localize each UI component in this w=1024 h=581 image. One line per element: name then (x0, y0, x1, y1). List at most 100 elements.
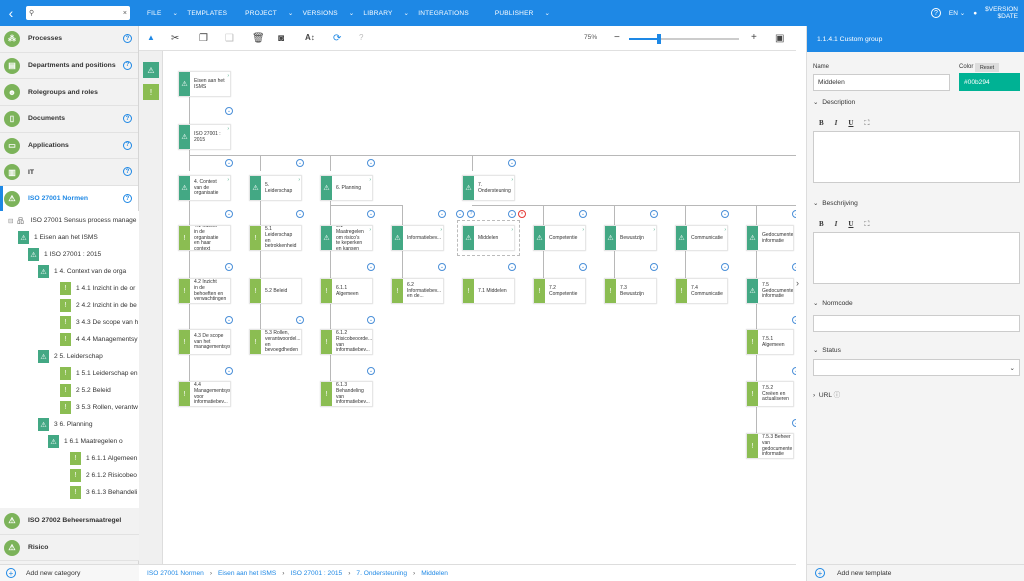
collapse-toggle-icon[interactable]: ⌄ (650, 210, 658, 218)
zoom-out-icon[interactable]: − (614, 32, 620, 43)
collapse-toggle-icon[interactable]: ⌄ (225, 107, 233, 115)
info-icon[interactable]: ? (123, 114, 132, 124)
node-middelen-selected[interactable]: ⚠ Middelen › (457, 220, 520, 256)
panel-toggle-chevron-icon[interactable]: › (796, 278, 799, 288)
menu-publisher[interactable]: PUBLISHER ⌄ (495, 9, 550, 17)
collapse-toggle-icon[interactable]: ⌄ (721, 210, 729, 218)
tree-item[interactable]: ⚠ 1 Eisen aan het ISMS (18, 230, 98, 245)
sidebar-item-applications[interactable]: ▭ Applications? (0, 133, 138, 160)
arrow-right-icon[interactable]: › (724, 227, 726, 233)
help-icon[interactable]: ? (359, 33, 363, 42)
node-6-planning[interactable]: ⚠ 6. Planning › (320, 175, 373, 201)
tree-item[interactable]: ⚠ 2 5. Leiderschap (38, 349, 103, 364)
back-chevron-icon[interactable]: ‹ (0, 0, 22, 26)
node-6-1-2[interactable]: ! 6.1.2 Risicobeoorde... van informatiebe… (320, 329, 373, 355)
collapse-toggle-icon[interactable]: ⌄ (225, 367, 233, 375)
copy-icon[interactable]: ❐ (199, 33, 208, 44)
tree-item[interactable]: ⚠ 1 ISO 27001 : 2015 (28, 247, 101, 262)
menu-file[interactable]: FILE ⌄ (147, 9, 178, 17)
arrow-right-icon[interactable]: › (298, 177, 300, 183)
add-template-button[interactable]: + Add new template (807, 564, 1024, 581)
node-7-2[interactable]: ! 7.2 Competentie (533, 278, 586, 304)
collapse-toggle-icon[interactable]: ⌄ (296, 210, 304, 218)
arrow-right-icon[interactable]: › (511, 177, 513, 183)
tree-item[interactable]: ! 1 4.1 Inzicht in de or (60, 281, 135, 296)
collapse-toggle-icon[interactable]: ⌄ (792, 367, 796, 375)
collapse-toggle-icon[interactable]: ⌄ (456, 210, 464, 218)
collapse-toggle-icon[interactable]: ⌄ (225, 316, 233, 324)
arrow-right-icon[interactable]: › (440, 227, 442, 233)
node-5-2[interactable]: ! 5.2 Beleid (249, 278, 302, 304)
italic-icon[interactable]: I (835, 119, 838, 128)
node-4-context[interactable]: ⚠ 4. Context van de organisatie › (178, 175, 231, 201)
delete-icon[interactable]: 🗑 (252, 33, 265, 44)
collapse-toggle-icon[interactable]: ⌄ (508, 263, 516, 271)
beschrijving-editor[interactable] (813, 232, 1020, 284)
add-category-button[interactable]: + Add new category (0, 564, 139, 581)
node-competentie[interactable]: ⚠ Competentie › (533, 225, 586, 251)
menu-integrations[interactable]: INTEGRATIONS (418, 10, 478, 17)
tree-item[interactable]: ! 2 4.2 Inzicht in de be (60, 298, 137, 313)
node-iso27001-2015[interactable]: ⚠ ISO 27001 : 2015 › (178, 124, 231, 150)
menu-project[interactable]: PROJECT ⌄ (245, 9, 293, 17)
collapse-toggle-icon[interactable]: ⌄ (579, 210, 587, 218)
sidebar-item-iso27001[interactable]: ⚠ ISO 27001 Normen? (0, 186, 138, 213)
tree-item[interactable]: ! 1 6.1.1 Algemeen (70, 451, 137, 466)
arrow-right-icon[interactable]: › (227, 177, 229, 183)
menu-versions[interactable]: VERSIONS ⌄ (303, 9, 355, 17)
beschrijving-section[interactable]: ⌄ Beschrijving (813, 199, 858, 207)
collapse-toggle-icon[interactable]: ⌄ (225, 159, 233, 167)
bold-icon[interactable]: B (819, 119, 824, 128)
breadcrumb-item[interactable]: Middelen (421, 570, 448, 577)
sidebar-item-rolegroups[interactable]: ☻ Rolegroups and roles (0, 79, 138, 107)
search-input[interactable]: ⚲ × (26, 6, 130, 20)
collapse-toggle-icon[interactable]: ⌄ (721, 263, 729, 271)
node-4-2[interactable]: ! 4.2 Inzicht in de behoeften en verwacht… (178, 278, 231, 304)
breadcrumb-item[interactable]: ISO 27001 Normen (147, 570, 204, 577)
info-icon[interactable]: ? (123, 140, 132, 150)
node-7-ondersteuning[interactable]: ⚠ 7. Ondersteuning › (462, 175, 515, 201)
arrow-right-icon[interactable]: › (227, 126, 229, 132)
tree-item[interactable]: ! 3 6.1.3 Behandeli (70, 485, 137, 500)
cut-icon[interactable]: ✂ (171, 33, 179, 44)
arrow-right-icon[interactable]: › (369, 227, 371, 233)
node-eisen-isms[interactable]: ⚠ Eisen aan het ISMS › (178, 71, 231, 97)
node-6-1-1[interactable]: ! 6.1.1 Algemeen (320, 278, 373, 304)
collapse-toggle-icon[interactable]: ⌄ (296, 159, 304, 167)
tree-expander[interactable]: ⊟ (8, 217, 14, 225)
sort-az-icon[interactable]: A↕ (305, 33, 315, 42)
collapse-toggle-icon[interactable]: ⌄ (438, 210, 446, 218)
zoom-in-icon[interactable]: + (751, 32, 757, 43)
node-bewustzijn[interactable]: ⚠ Bewustzijn › (604, 225, 657, 251)
sidebar-item-processes[interactable]: ⁂ Processes? (0, 26, 138, 53)
node-5-3[interactable]: ! 5.3 Rollen, verantwoordel... en bevoegd… (249, 329, 302, 355)
menu-templates[interactable]: TEMPLATES (187, 10, 236, 17)
diagram-canvas[interactable]: ⚠ Eisen aan het ISMS › ⚠ ISO 27001 : 2015 › … (163, 51, 796, 564)
arrow-right-icon[interactable]: › (369, 177, 371, 183)
breadcrumb-item[interactable]: Eisen aan het ISMS (218, 570, 276, 577)
arrow-right-icon[interactable]: › (653, 227, 655, 233)
collapse-toggle-icon[interactable]: ⌄ (579, 263, 587, 271)
collapse-toggle-icon[interactable]: ⌄ (792, 210, 796, 218)
refresh-icon[interactable]: ⟳ (333, 33, 341, 44)
tree-item[interactable]: ⊟ 品 ISO 27001 Sensus process manage (8, 213, 136, 228)
paste-icon[interactable]: ❑ (225, 33, 234, 44)
tree-item[interactable]: ⚠ 1 6.1 Maatregelen o (48, 434, 123, 449)
tree-item[interactable]: ! 3 4.3 De scope van h (60, 315, 138, 330)
collapse-toggle-icon[interactable]: ⌄ (508, 159, 516, 167)
zoom-slider-knob[interactable] (656, 34, 661, 44)
node-6-1[interactable]: ⚠ 6.1 Maatregelen om risico's te keperken… (320, 225, 373, 251)
tree-item[interactable]: ! 2 6.1.2 Risicobeo (70, 468, 137, 483)
fullscreen-icon[interactable]: ⛶ (864, 220, 869, 229)
breadcrumb-item[interactable]: ISO 27001 : 2015 (291, 570, 343, 577)
node-7-5-3[interactable]: ! 7.5.3 Beheer van gedocumente informatie (746, 433, 794, 459)
collapse-toggle-icon[interactable]: ⌄ (225, 210, 233, 218)
status-section[interactable]: ⌄ Status (813, 346, 841, 354)
arrow-right-icon[interactable]: › (582, 227, 584, 233)
group-view-icon[interactable]: ⚠ (143, 62, 159, 78)
collapse-toggle-icon[interactable]: ⌄ (650, 263, 658, 271)
tree-item[interactable]: ! 1 5.1 Leiderschap en (60, 366, 138, 381)
normcode-section[interactable]: ⌄ Normcode (813, 299, 853, 307)
tree-item[interactable]: ⚠ 1 4. Context van de orga (38, 264, 126, 279)
collapse-toggle-icon[interactable]: ⌄ (367, 210, 375, 218)
